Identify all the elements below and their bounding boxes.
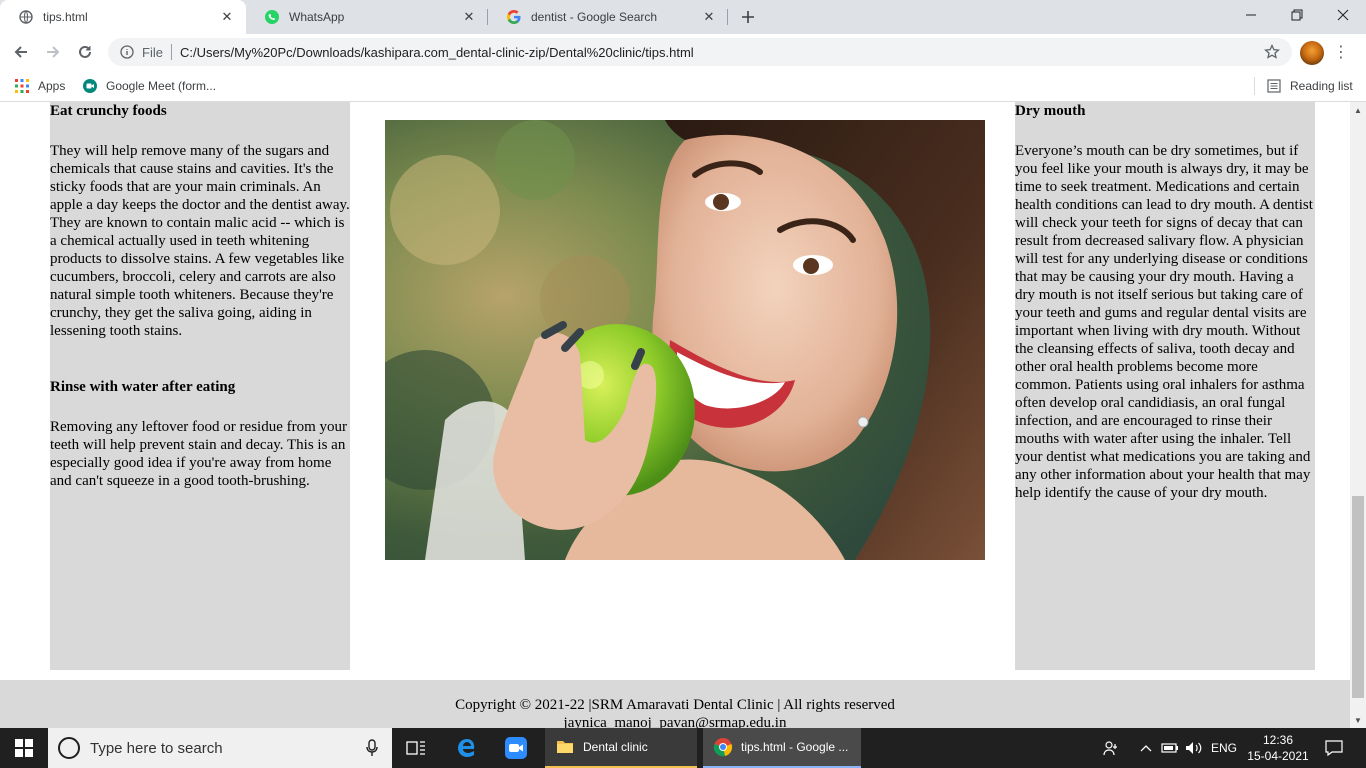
google-icon (506, 9, 522, 25)
plus-icon (742, 11, 754, 23)
reading-list-icon (1266, 78, 1282, 94)
google-meet-icon (82, 78, 98, 94)
bookmark-star-icon[interactable] (1262, 42, 1282, 62)
minimize-button[interactable] (1228, 0, 1274, 30)
left-tips-panel: Eat crunchy foods They will help remove … (50, 102, 350, 670)
tab-title: dentist - Google Search (531, 10, 658, 24)
folder-icon (555, 737, 575, 757)
bookmark-label: Apps (38, 79, 66, 93)
bookmarks-divider (1254, 77, 1255, 95)
profile-avatar[interactable] (1300, 41, 1324, 65)
tip-text-rinse-water: Removing any leftover food or residue fr… (50, 419, 348, 489)
new-tab-button[interactable] (736, 5, 760, 29)
edge-browser-icon[interactable] (443, 728, 491, 768)
tab-divider (727, 9, 728, 25)
tip-text-dry-mouth: Everyone’s mouth can be dry sometimes, b… (1015, 143, 1313, 501)
globe-icon (18, 9, 34, 25)
tab-tips-html[interactable]: tips.html ✕ (0, 0, 246, 34)
tip-heading-rinse-water: Rinse with water after eating (50, 379, 236, 395)
reload-button[interactable] (71, 38, 99, 66)
search-icon (58, 737, 80, 759)
bookmark-label: Google Meet (form... (106, 79, 217, 93)
battery-icon[interactable] (1158, 728, 1182, 768)
close-icon (1337, 9, 1349, 21)
bookmarks-bar: Apps Google Meet (form... Reading list (0, 70, 1366, 102)
taskbar-app-label: Dental clinic (583, 740, 648, 754)
volume-icon[interactable] (1182, 728, 1206, 768)
notification-center-icon[interactable] (1316, 728, 1352, 768)
task-view-icon[interactable] (392, 728, 440, 768)
microphone-icon[interactable] (362, 738, 382, 758)
address-divider (170, 44, 172, 60)
footer-copyright: Copyright © 2021-22 |SRM Amaravati Denta… (455, 697, 895, 713)
taskbar-app-label: tips.html - Google ... (741, 740, 849, 754)
close-tab-icon[interactable]: ✕ (218, 8, 236, 26)
forward-button[interactable] (39, 38, 67, 66)
reading-list-label: Reading list (1290, 79, 1353, 93)
url-text[interactable]: C:/Users/My%20Pc/Downloads/kashipara.com… (180, 45, 1262, 60)
browser-tab-bar: tips.html ✕ WhatsApp ✕ dentist - Google … (0, 0, 1366, 34)
address-bar[interactable]: File C:/Users/My%20Pc/Downloads/kashipar… (108, 38, 1292, 66)
reading-list-button[interactable]: Reading list (1266, 76, 1353, 96)
chrome-icon (713, 737, 733, 757)
tip-heading-dry-mouth: Dry mouth (1015, 103, 1086, 119)
scheme-label: File (142, 44, 163, 60)
back-button[interactable] (7, 38, 35, 66)
arrow-right-icon (47, 46, 60, 58)
taskbar-app-dental-clinic[interactable]: Dental clinic (545, 728, 697, 768)
system-clock[interactable]: 12:36 15-04-2021 (1246, 728, 1310, 768)
browser-toolbar: File C:/Users/My%20Pc/Downloads/kashipar… (0, 34, 1366, 70)
restore-icon (1291, 9, 1303, 21)
page-scrollbar[interactable]: ▲ ▼ (1350, 102, 1366, 728)
bookmark-apps[interactable]: Apps (14, 76, 65, 96)
taskbar-search-box[interactable]: Type here to search (48, 728, 392, 768)
people-icon[interactable] (1098, 728, 1124, 768)
windows-logo-icon (15, 739, 33, 757)
tab-google-search[interactable]: dentist - Google Search ✕ (488, 0, 728, 34)
tab-whatsapp[interactable]: WhatsApp ✕ (246, 0, 488, 34)
bookmark-google-meet[interactable]: Google Meet (form... (82, 76, 216, 96)
footer-email: jaynica_manoj_pavan@srmap.edu.in (563, 715, 787, 728)
start-button[interactable] (0, 728, 48, 768)
restore-button[interactable] (1274, 0, 1320, 30)
scroll-up-arrow-icon[interactable]: ▲ (1350, 102, 1366, 118)
windows-taskbar: Type here to search Dental clinic tips.h… (0, 728, 1366, 768)
language-indicator[interactable]: ENG (1208, 728, 1240, 768)
tip-text-crunchy-foods: They will help remove many of the sugars… (50, 143, 350, 339)
close-window-button[interactable] (1320, 0, 1366, 30)
tab-title: tips.html (43, 10, 88, 24)
arrow-left-icon (14, 46, 27, 58)
page-viewport: Eat crunchy foods They will help remove … (0, 102, 1350, 728)
tab-title: WhatsApp (289, 10, 345, 24)
info-icon[interactable] (119, 44, 135, 60)
close-tab-icon[interactable]: ✕ (460, 8, 478, 26)
apps-grid-icon (14, 78, 30, 94)
clock-time: 12:36 (1262, 733, 1294, 747)
right-tips-panel: Dry mouth Everyone’s mouth can be dry so… (1015, 102, 1315, 670)
taskbar-app-chrome[interactable]: tips.html - Google ... (703, 728, 861, 768)
scrollbar-thumb[interactable] (1352, 496, 1364, 698)
zoom-app-icon[interactable] (492, 728, 540, 768)
search-placeholder: Type here to search (90, 739, 223, 757)
page-footer: Copyright © 2021-22 |SRM Amaravati Denta… (0, 680, 1350, 728)
clock-date: 15-04-2021 (1247, 749, 1309, 763)
reload-icon (79, 45, 91, 58)
close-tab-icon[interactable]: ✕ (700, 8, 718, 26)
scroll-down-arrow-icon[interactable]: ▼ (1350, 712, 1366, 728)
menu-kebab-icon[interactable]: ⋮ (1333, 40, 1349, 64)
chevron-up-icon[interactable] (1136, 728, 1156, 768)
whatsapp-icon (264, 9, 280, 25)
woman-eating-apple-photo (385, 120, 985, 560)
minimize-icon (1246, 14, 1256, 16)
tip-heading-crunchy-foods: Eat crunchy foods (50, 103, 167, 119)
